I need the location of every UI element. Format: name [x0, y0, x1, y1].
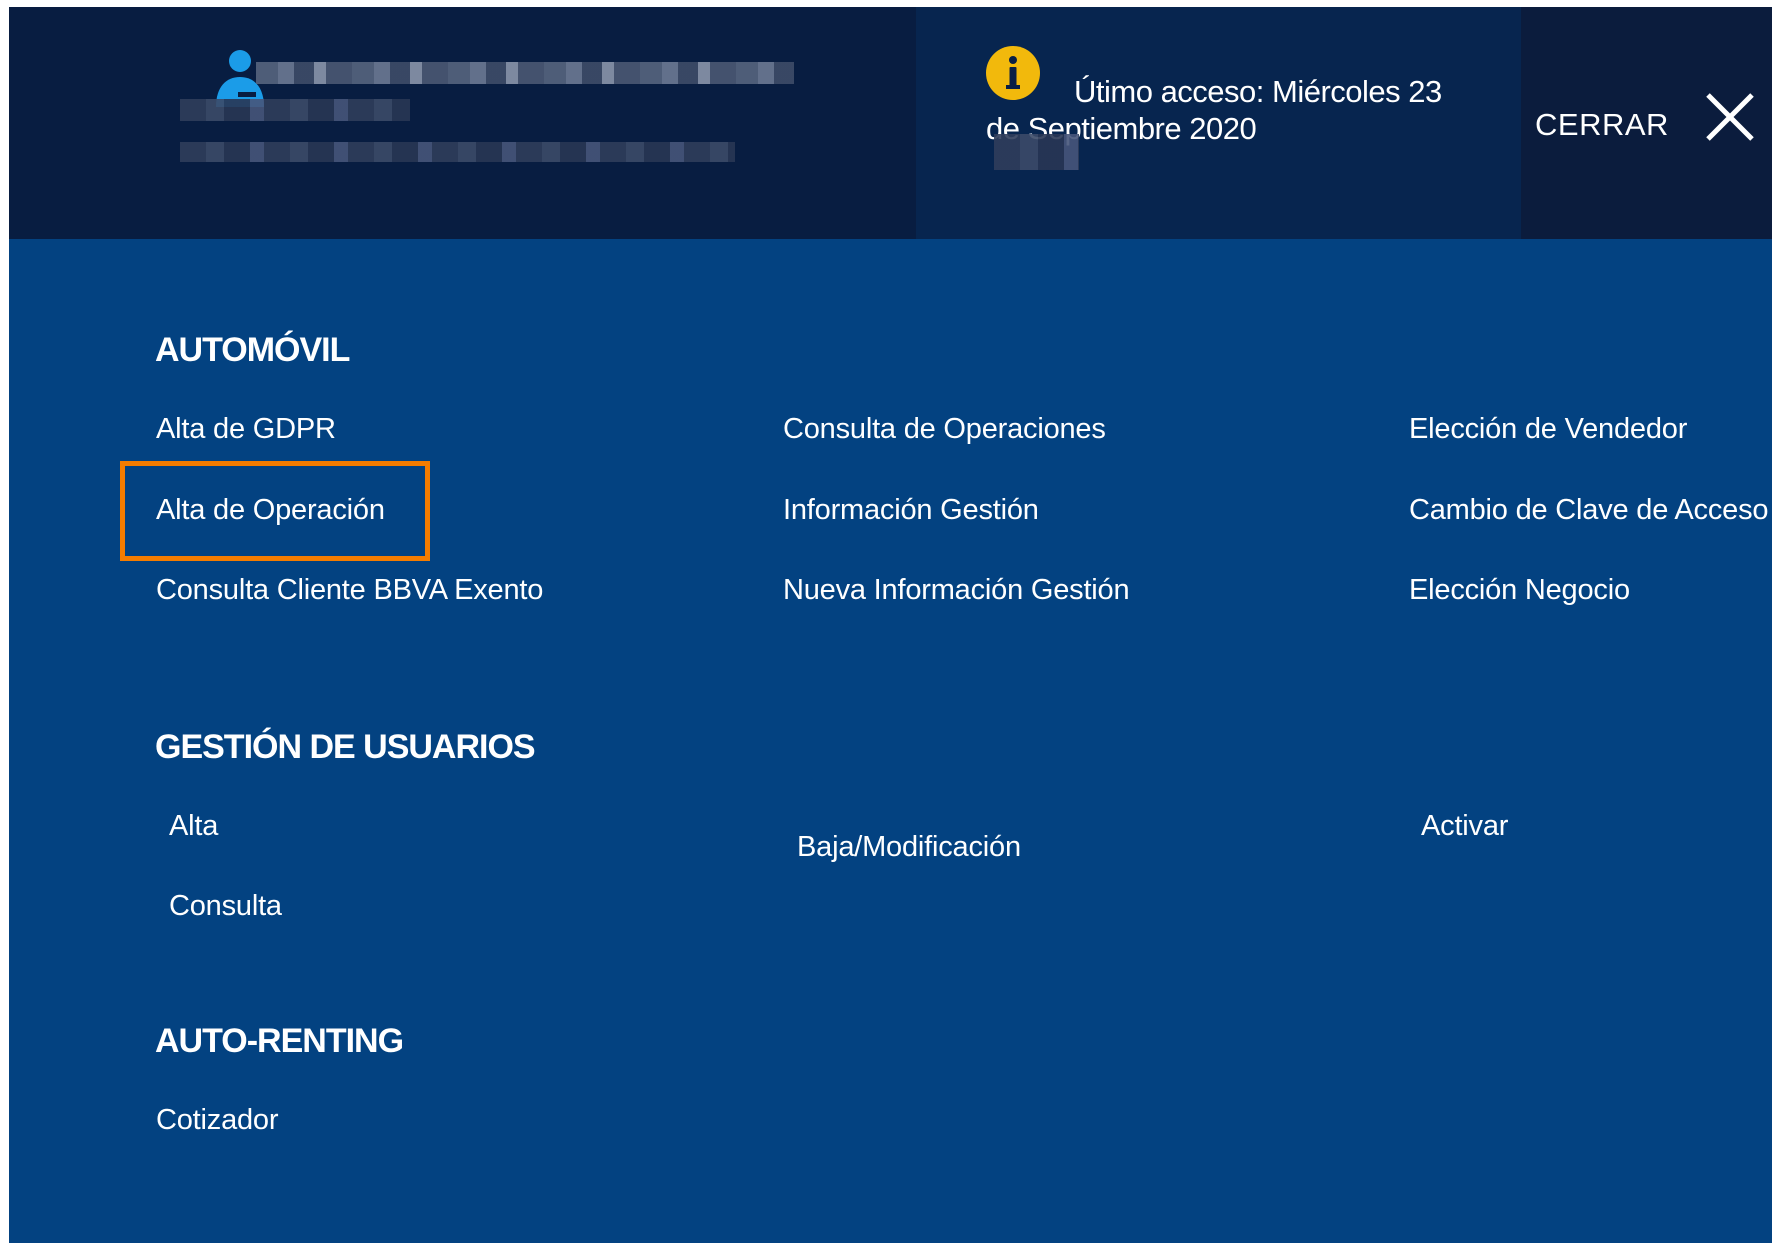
menu-item-alta-operacion[interactable]: Alta de Operación [156, 494, 385, 527]
menu-item-cambio-clave-acceso[interactable]: Cambio de Clave de Acceso [1409, 494, 1769, 527]
user-panel [9, 7, 916, 239]
redacted-user-name [256, 62, 794, 84]
section-title-auto-renting: AUTO-RENTING [155, 1022, 404, 1060]
redacted-access-time [994, 134, 1079, 170]
menu-item-consulta-operaciones[interactable]: Consulta de Operaciones [783, 413, 1106, 446]
menu-item-alta-gdpr[interactable]: Alta de GDPR [156, 413, 336, 446]
menu-item-eleccion-vendedor[interactable]: Elección de Vendedor [1409, 413, 1687, 446]
app-canvas: Útimo acceso: Miércoles 23 de Septiembre… [0, 0, 1772, 1249]
close-icon[interactable] [1704, 91, 1756, 143]
section-title-gestion-usuarios: GESTIÓN DE USUARIOS [155, 728, 536, 766]
redacted-user-detail [180, 142, 735, 162]
section-title-automovil: AUTOMÓVIL [155, 331, 350, 369]
menu-panel: AUTOMÓVIL Alta de GDPR Alta de Operación… [9, 239, 1772, 1243]
header-bar: Útimo acceso: Miércoles 23 de Septiembre… [9, 7, 1772, 239]
menu-item-informacion-gestion[interactable]: Información Gestión [783, 494, 1039, 527]
menu-item-alta[interactable]: Alta [169, 810, 218, 843]
menu-item-nueva-informacion-gestion[interactable]: Nueva Información Gestión [783, 574, 1130, 607]
menu-item-activar[interactable]: Activar [1421, 810, 1508, 843]
close-label: CERRAR [1535, 107, 1669, 142]
last-access-line1: Útimo acceso: Miércoles 23 [1074, 74, 1442, 109]
last-access-panel: Útimo acceso: Miércoles 23 de Septiembre… [916, 7, 1521, 239]
menu-item-eleccion-negocio[interactable]: Elección Negocio [1409, 574, 1630, 607]
menu-item-cotizador[interactable]: Cotizador [156, 1104, 279, 1137]
close-button[interactable]: CERRAR [1521, 7, 1772, 239]
menu-item-consulta[interactable]: Consulta [169, 890, 282, 923]
menu-item-baja-modificacion[interactable]: Baja/Modificación [797, 831, 1021, 864]
menu-item-consulta-cliente-bbva-exento[interactable]: Consulta Cliente BBVA Exento [156, 574, 543, 607]
redacted-user-name-line2 [180, 99, 410, 121]
